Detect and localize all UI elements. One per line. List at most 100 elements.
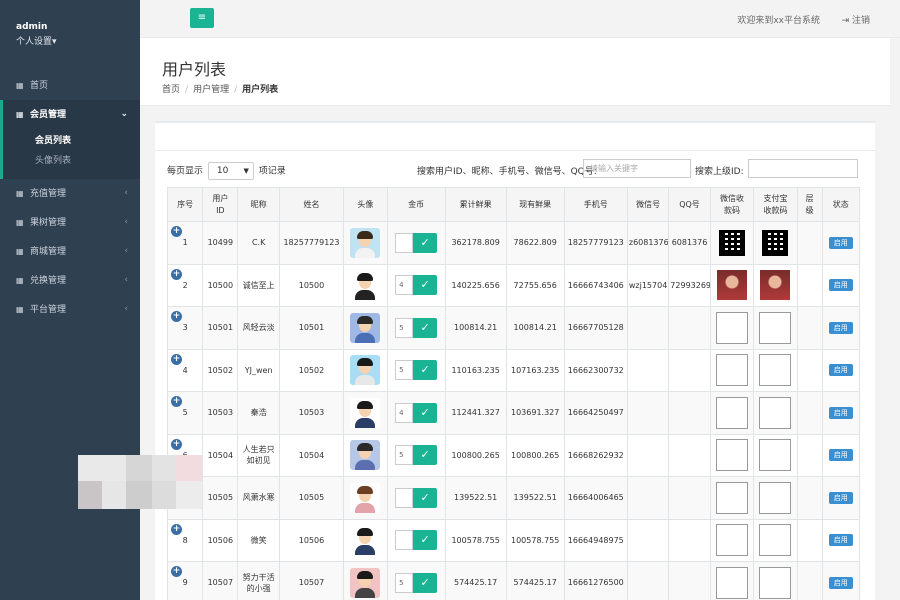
sidebar-item-label: 平台管理 xyxy=(30,305,67,315)
column-header[interactable]: 手机号 xyxy=(563,187,628,222)
column-header[interactable]: 层 级 xyxy=(796,187,823,222)
status-enable-button[interactable]: 启用 xyxy=(828,576,853,589)
status-enable-button[interactable]: 启用 xyxy=(828,236,853,249)
expand-row-icon[interactable]: + xyxy=(171,268,182,280)
status-enable-button[interactable]: 启用 xyxy=(828,279,853,292)
avatar xyxy=(350,567,381,598)
breadcrumb-user-mgmt[interactable]: 用户管理 xyxy=(193,85,229,95)
content-box: 每页显示 10 ▼ 项记录 搜索用户ID、昵称、手机号、微信号、QQ号: 请输入关… xyxy=(155,121,875,600)
search-label: 搜索用户ID、昵称、手机号、微信号、QQ号: xyxy=(417,167,597,177)
status-enable-button[interactable]: 启用 xyxy=(828,491,853,504)
wechat-pay-broken-image[interactable] xyxy=(715,566,748,599)
sidebar-item-4[interactable]: ▦ 商城管理 ‹ xyxy=(0,237,140,266)
column-header[interactable]: 状态 xyxy=(821,187,861,222)
status-enable-button[interactable]: 启用 xyxy=(828,321,853,334)
coin-input[interactable]: 5 xyxy=(395,445,414,466)
page-size-select[interactable]: 10 ▼ xyxy=(207,162,254,180)
expand-row-icon[interactable]: + xyxy=(171,566,182,577)
phone: 16666743406 xyxy=(563,263,628,307)
parent-id-input[interactable] xyxy=(748,159,858,178)
confirm-coin-button[interactable]: ✓ xyxy=(413,530,438,551)
expand-row-icon[interactable]: + xyxy=(171,396,182,407)
column-header[interactable]: 微信收 款码 xyxy=(709,187,755,222)
column-header[interactable]: 金币 xyxy=(386,187,446,222)
status-enable-button[interactable]: 启用 xyxy=(828,406,853,419)
submenu-item-0[interactable]: 会员列表 xyxy=(35,131,140,151)
search-input[interactable]: 请输入关键字 xyxy=(583,159,691,178)
wechat-pay-broken-image[interactable] xyxy=(715,311,748,344)
sidebar-item-5[interactable]: ▦ 兑换管理 ‹ xyxy=(0,266,140,295)
coin-input[interactable]: 4 xyxy=(395,275,414,296)
alipay-broken-image[interactable] xyxy=(759,354,792,387)
expand-row-icon[interactable]: + xyxy=(171,438,182,450)
expand-row-icon[interactable]: + xyxy=(171,311,182,322)
total-fruit: 140225.656 xyxy=(444,263,507,307)
column-header[interactable]: 用户 ID xyxy=(202,187,239,222)
expand-row-icon[interactable]: + xyxy=(171,226,182,237)
confirm-coin-button[interactable]: ✓ xyxy=(413,572,438,593)
column-header[interactable]: 序号 xyxy=(166,187,204,222)
coin-input[interactable] xyxy=(395,232,414,253)
coin-input[interactable] xyxy=(395,530,414,551)
alipay-photo-image[interactable] xyxy=(760,270,791,301)
sidebar-item-3[interactable]: ▦ 果树管理 ‹ xyxy=(0,208,140,237)
status-enable-button[interactable]: 启用 xyxy=(828,534,853,547)
column-header[interactable]: QQ号 xyxy=(668,187,711,222)
breadcrumb-home[interactable]: 首页 xyxy=(162,85,180,95)
alipay-broken-image[interactable] xyxy=(759,566,792,599)
confirm-coin-button[interactable]: ✓ xyxy=(413,402,438,423)
status-enable-button[interactable]: 启用 xyxy=(828,364,853,377)
alipay-qr-image[interactable] xyxy=(762,229,789,256)
user-settings-dropdown[interactable]: 个人设置▾ xyxy=(16,34,124,47)
sidebar-item-6[interactable]: ▦ 平台管理 ‹ xyxy=(0,295,140,324)
wechat-pay-broken-image[interactable] xyxy=(715,481,748,514)
alipay-broken-image[interactable] xyxy=(759,524,792,557)
sidebar-item-0[interactable]: ▦ 首页 xyxy=(0,71,140,100)
alipay-broken-image[interactable] xyxy=(759,311,792,344)
wechat-pay-qr-image[interactable] xyxy=(718,229,745,256)
coin-input[interactable]: 5 xyxy=(395,317,414,338)
sidebar-item-1[interactable]: ▦ 会员管理 ⌄ xyxy=(0,100,140,129)
column-header[interactable]: 累计鲜果 xyxy=(444,187,507,222)
sidebar-item-2[interactable]: ▦ 充值管理 ‹ xyxy=(0,179,140,208)
confirm-coin-button[interactable]: ✓ xyxy=(413,487,438,508)
confirm-coin-button[interactable]: ✓ xyxy=(413,445,438,466)
coin-input[interactable]: 5 xyxy=(395,360,414,381)
menu-toggle-button[interactable]: ≡ xyxy=(190,8,214,28)
alipay-broken-image[interactable] xyxy=(759,481,792,514)
alipay-broken-image[interactable] xyxy=(759,439,792,472)
coin-input[interactable] xyxy=(395,487,414,508)
submenu: 会员列表 头像列表 xyxy=(0,129,140,179)
alipay-broken-image[interactable] xyxy=(759,396,792,429)
logout-link[interactable]: ⇥ 注销 xyxy=(842,13,870,26)
caret-down-icon: ▼ xyxy=(243,167,249,175)
column-header[interactable]: 微信号 xyxy=(626,187,670,222)
column-header[interactable]: 现有鲜果 xyxy=(505,187,565,222)
coin-input[interactable]: 5 xyxy=(395,572,414,593)
wechat-pay-broken-image[interactable] xyxy=(715,396,748,429)
wechat-pay-photo-image[interactable] xyxy=(716,270,747,301)
confirm-coin-button[interactable]: ✓ xyxy=(413,360,438,381)
confirm-coin-button[interactable]: ✓ xyxy=(413,232,438,253)
current-fruit: 107163.235 xyxy=(505,348,565,392)
expand-row-icon[interactable]: + xyxy=(171,353,182,365)
status-enable-button[interactable]: 启用 xyxy=(828,449,853,462)
expand-row-icon[interactable]: + xyxy=(171,523,182,535)
column-header[interactable]: 昵称 xyxy=(237,187,280,222)
nickname: C.K xyxy=(237,221,280,265)
coin-editor: 4 ✓ xyxy=(395,402,438,423)
phone: 16667705128 xyxy=(563,306,628,350)
column-header[interactable]: 支付宝 收款码 xyxy=(753,187,798,222)
confirm-coin-button[interactable]: ✓ xyxy=(413,317,438,338)
submenu-item-1[interactable]: 头像列表 xyxy=(35,151,140,171)
wechat-pay-broken-image[interactable] xyxy=(715,439,748,472)
confirm-coin-button[interactable]: ✓ xyxy=(413,275,438,296)
qq-number xyxy=(668,518,711,562)
coin-input[interactable]: 4 xyxy=(395,402,414,423)
column-header[interactable]: 头像 xyxy=(343,187,388,222)
wechat-pay-broken-image[interactable] xyxy=(715,524,748,557)
wechat-pay-broken-image[interactable] xyxy=(715,354,748,387)
column-header[interactable]: 姓名 xyxy=(278,187,345,222)
real-name: 10504 xyxy=(278,433,345,477)
user-id: 10500 xyxy=(202,263,239,307)
